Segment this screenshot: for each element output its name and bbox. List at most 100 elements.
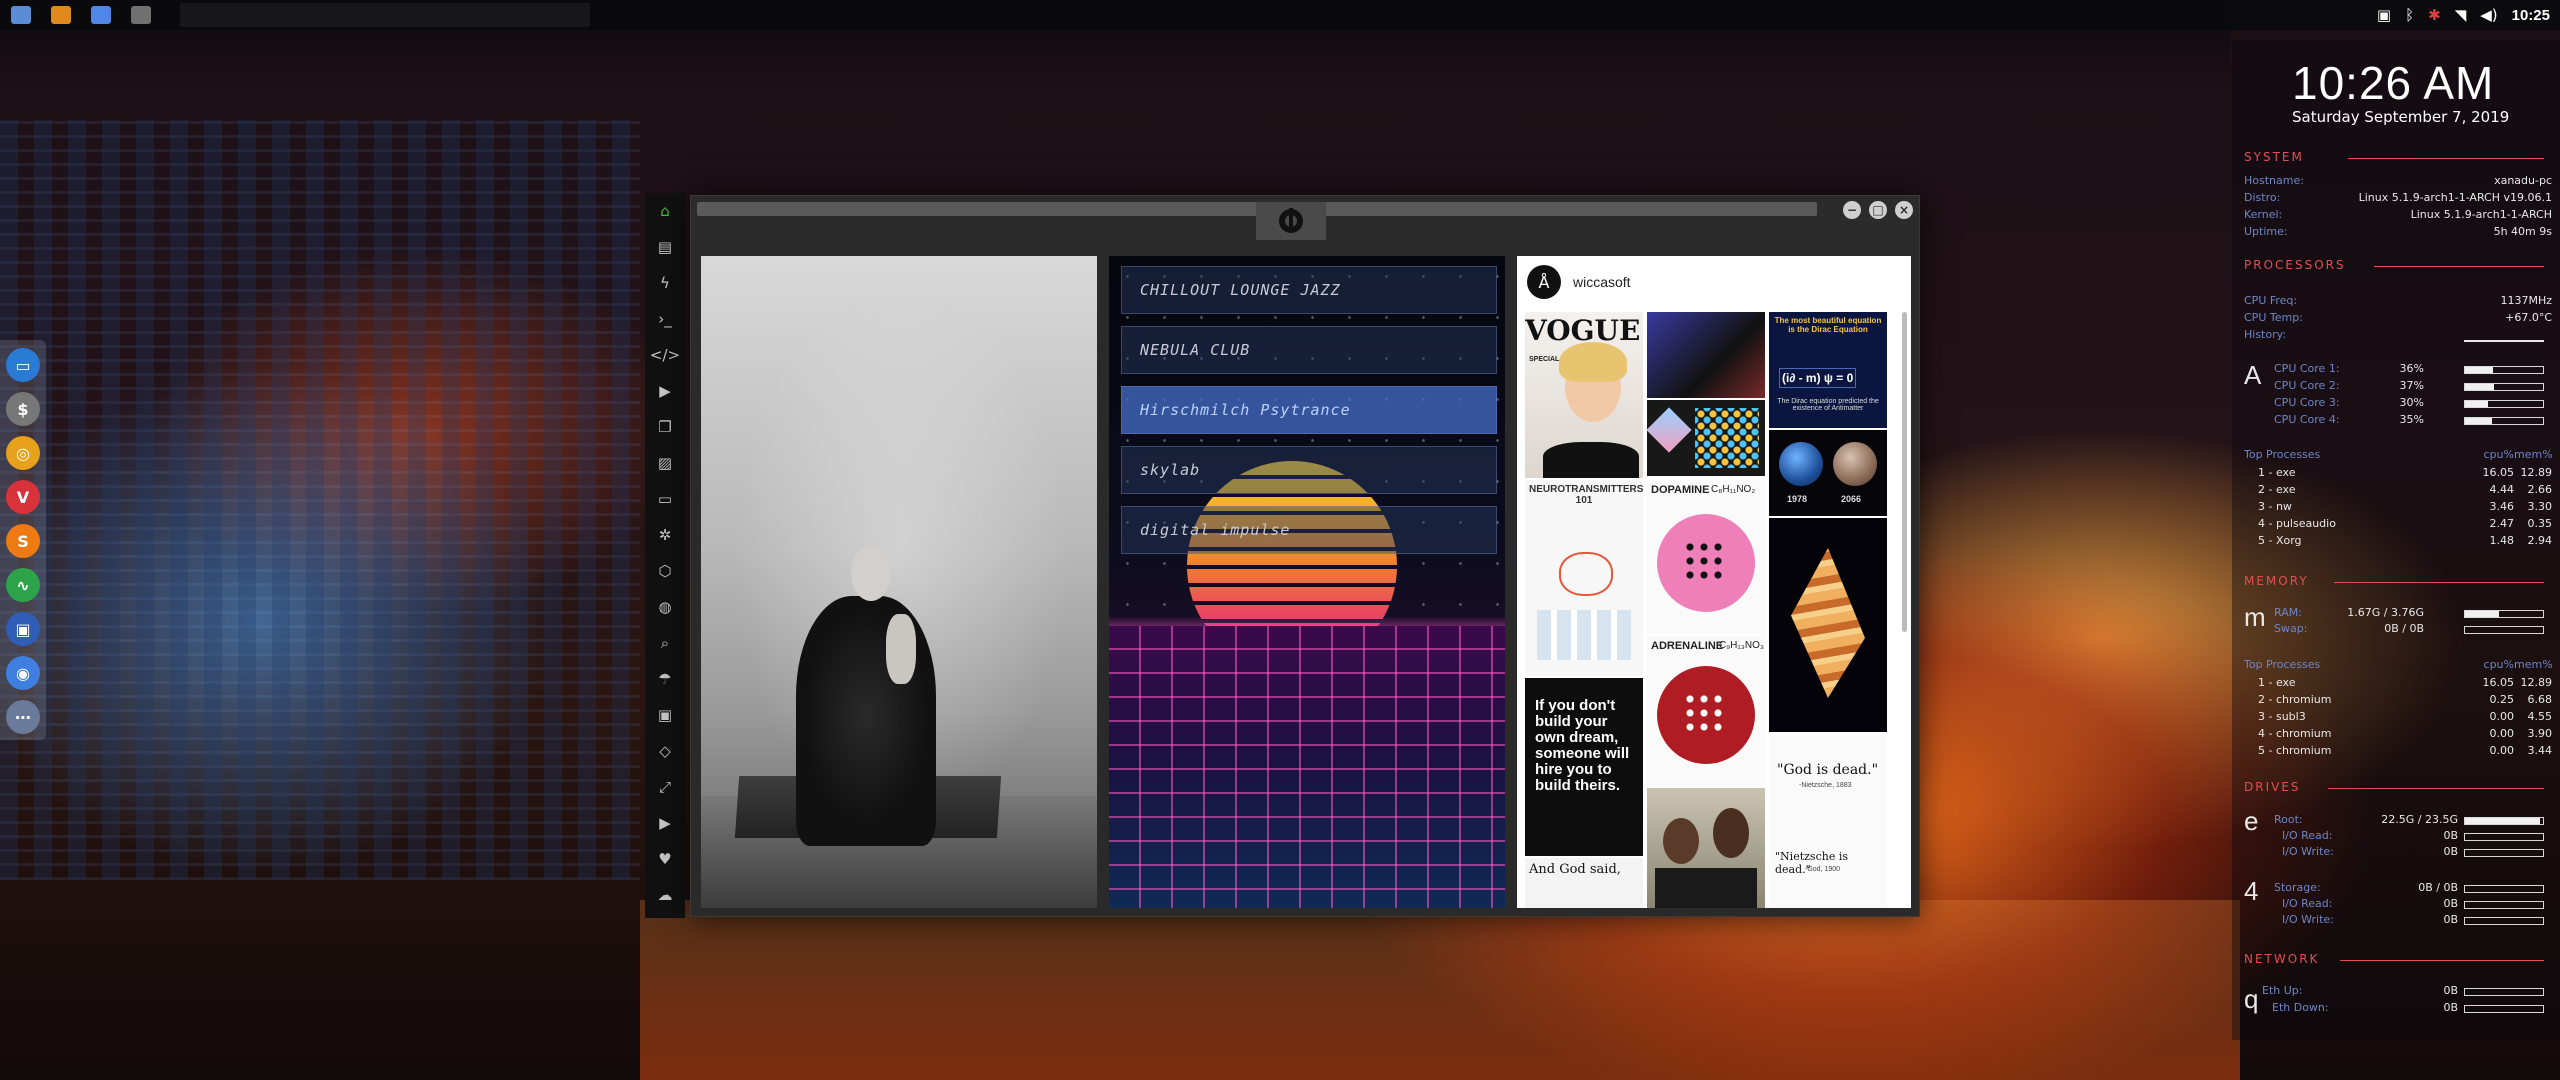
globe-icon[interactable]: ◍ [645,589,685,625]
image-icon[interactable]: ▨ [645,445,685,481]
process-cpu: 1.48 [2489,534,2515,547]
vivaldi-icon[interactable]: V [6,480,40,514]
pin-jupiter[interactable] [1769,518,1887,732]
section-network-label: NETWORK [2244,952,2320,966]
taskbar[interactable] [180,3,590,27]
username[interactable]: wiccasoft [1573,274,1631,290]
avatar[interactable]: Å [1527,265,1561,299]
process-cpu: 0.00 [2489,744,2515,757]
id-card-icon[interactable]: ▭ [645,481,685,517]
play-icon[interactable]: ▶ [645,373,685,409]
tags-icon[interactable]: ◇ [645,733,685,769]
settings-icon[interactable]: ✱ [2428,6,2441,24]
bluetooth-icon[interactable]: ᛒ [2405,6,2414,24]
money-icon[interactable]: $ [6,392,40,426]
maximize-button[interactable]: □ [1869,201,1887,219]
file-manager-icon-glyph [11,6,31,24]
pin-quote[interactable]: If you don't build your own dream, someo… [1525,678,1643,856]
process-name: 3 - nw [2258,500,2292,513]
cpu-core-row: CPU Core 1: 36% [2274,362,2424,378]
files-icon[interactable]: ▭ [6,348,40,382]
contact-icon[interactable]: ▣ [645,697,685,733]
cpu-core-bar [2464,417,2544,425]
skype-s-icon[interactable]: S [6,524,40,558]
pin-adrenaline[interactable]: ADRENALINE C₉H₁₃NO₃ [1647,636,1765,786]
screen-icon[interactable]: ▣ [6,612,40,646]
lifebuoy-icon[interactable]: ◎ [6,436,40,470]
search-icon[interactable]: ⌕ [645,625,685,661]
hexagon-icon[interactable]: ⬡ [645,553,685,589]
eth-down-value: 0B [2443,1001,2458,1014]
station-item[interactable]: NEBULA CLUB [1121,326,1497,374]
process-row: 1 - exe 16.05 12.89 [2244,466,2552,482]
io-read2-bar [2464,901,2544,909]
process-name: 4 - pulseaudio [2258,517,2336,530]
pin-grid: VOGUE SPECIAL NEUROTRANSMITTERS 101 If y… [1525,312,1897,908]
wifi-icon[interactable]: ◥ [2455,6,2467,24]
activity-icon[interactable]: ∿ [6,568,40,602]
pin-vogue[interactable]: VOGUE SPECIAL [1525,312,1643,478]
radio-pane: CHILLOUT LOUNGE JAZZ NEBULA CLUB Hirschmil… [1109,256,1505,908]
heart-icon[interactable]: ♥ [645,841,685,877]
document-icon[interactable]: ▤ [645,229,685,265]
process-cpu: 3.46 [2489,500,2515,513]
sublime-icon[interactable] [44,2,78,28]
station-item[interactable]: CHILLOUT LOUNGE JAZZ [1121,266,1497,314]
station-item[interactable]: skylab [1121,446,1497,494]
left-dock: ▭ $ ◎ V S ∿ ▣ ◉ ⋯ [0,340,46,740]
settings-wheel-icon[interactable]: ✲ [645,517,685,553]
pin-dirac[interactable]: The most beautiful equation is the Dirac… [1769,312,1887,428]
umbrella-icon[interactable]: ☂ [645,661,685,697]
eth-up-label: Eth Up: [2262,984,2303,997]
eth-up-bar [2464,988,2544,996]
mem-top-label: Top Processes [2244,658,2321,671]
youtube-icon[interactable]: ▶ [645,805,685,841]
photo-pane[interactable] [701,256,1097,908]
close-button[interactable]: × [1895,201,1913,219]
root-label: Root: [2274,813,2303,826]
section-processors-label: PROCESSORS [2244,258,2346,272]
pin-gothic-parody[interactable] [1647,788,1765,908]
panel-clock[interactable]: 10:25 [2512,7,2550,24]
pin-dopamine[interactable]: DOPAMINE C₈H₁₁NO₂ [1647,480,1765,634]
terminal-icon[interactable]: ›_ [645,301,685,337]
cloud-icon[interactable]: ☁ [645,877,685,913]
image-icon[interactable]: ▣ [2377,6,2391,24]
cpu-temp-label: CPU Temp: [2244,311,2303,324]
scrollbar[interactable] [1902,312,1907,632]
code-icon[interactable]: </> [645,337,685,373]
wallpaper-glow [640,900,2240,1080]
pin-god-said[interactable]: And God said, [1525,858,1643,908]
section-drives: DRIVES [2244,780,2544,796]
root-value: 22.5G / 23.5G [2381,813,2458,826]
cover-dress [1543,442,1639,478]
cpu-top-header: Top Processes cpu% mem% [2244,448,2553,464]
pin-poster[interactable] [1647,312,1765,398]
bolt-icon[interactable]: ϟ [645,265,685,301]
station-item[interactable]: digital impulse [1121,506,1497,554]
station-item[interactable]: Hirschmilch Psytrance [1121,386,1497,434]
chromium-dock-icon[interactable]: ◉ [6,656,40,690]
cpu-freq-row: CPU Freq: 1137MHz [2244,294,2552,310]
pin-nietzsche[interactable]: "God is dead." -Nietzsche, 1883 "Nietzsc… [1769,736,1887,908]
pin-neurotransmitters[interactable]: NEUROTRANSMITTERS 101 [1525,480,1643,676]
cpu-col2: mem% [2514,448,2553,461]
pin-emoji-grid[interactable] [1647,400,1765,476]
file-manager-icon[interactable] [4,2,38,28]
copy-icon[interactable]: ❐ [645,409,685,445]
cpu-temp-row: CPU Temp: +67.0°C [2244,311,2552,327]
active-window-icon[interactable] [124,2,158,28]
profile-header[interactable]: Å wiccasoft [1517,256,1911,308]
home-icon[interactable]: ⌂ [645,193,685,229]
bar-fill [2465,818,2540,824]
minimize-button[interactable]: − [1843,201,1861,219]
active-window-icon-glyph [131,6,151,24]
expand-icon[interactable]: ⤢ [645,769,685,805]
pin-planets[interactable]: 1978 2066 [1769,430,1887,516]
volume-icon[interactable]: ◀) [2480,6,2497,24]
title-bar[interactable]: − □ × [691,196,1919,246]
cpu-core-value: 30% [2399,396,2424,409]
grid-icon[interactable]: ⋯ [6,700,40,734]
chromium-icon[interactable] [84,2,118,28]
process-cpu: 0.00 [2489,710,2515,723]
